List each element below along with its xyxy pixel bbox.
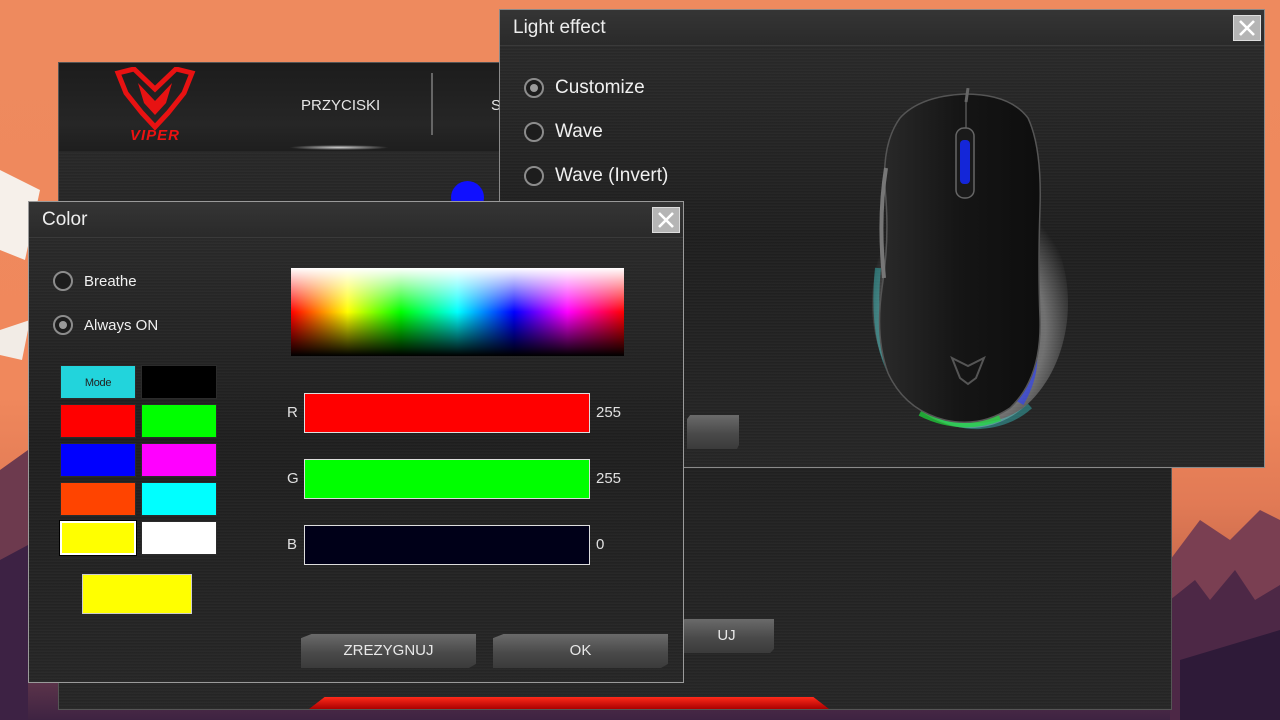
close-icon [1239, 20, 1255, 36]
color-title: Color [42, 209, 88, 230]
mode-swatch-label: Mode [84, 377, 112, 389]
red-channel-slider[interactable] [304, 393, 590, 433]
blue-channel-slider[interactable] [304, 525, 590, 565]
option-wave-label: Wave [555, 121, 603, 142]
green-channel-label: G [287, 470, 299, 487]
color-swatch[interactable] [141, 521, 217, 555]
green-channel-slider[interactable] [304, 459, 590, 499]
close-icon [658, 212, 674, 228]
radio-wave[interactable] [524, 122, 544, 142]
active-tab-indicator [289, 145, 389, 150]
option-customize[interactable]: Customize [524, 77, 645, 99]
option-wave-invert-label: Wave (Invert) [555, 165, 669, 186]
radio-always-on[interactable] [53, 315, 73, 335]
tab-przyciski[interactable]: PRZYCISKI [301, 97, 380, 114]
red-channel-label: R [287, 404, 298, 421]
light-partial-button[interactable] [687, 415, 739, 449]
mode-always-on-label: Always ON [84, 316, 159, 334]
color-close-button[interactable] [652, 207, 680, 233]
radio-wave-invert[interactable] [524, 166, 544, 186]
cancel-button[interactable]: ZREZYGNUJ [301, 634, 476, 668]
mouse-illustration [872, 88, 1068, 430]
light-effect-titlebar: Light effect [500, 10, 1264, 46]
mode-breathe-label: Breathe [84, 272, 137, 290]
mode-breathe[interactable]: Breathe [53, 271, 137, 291]
bottom-red-bar [309, 697, 829, 709]
tab-divider [431, 73, 433, 135]
color-swatch[interactable] [60, 482, 136, 516]
color-spectrum-picker[interactable] [291, 268, 624, 356]
color-swatch[interactable] [141, 443, 217, 477]
color-swatch[interactable] [59, 520, 137, 556]
color-swatch[interactable] [141, 365, 217, 399]
color-swatch[interactable] [141, 404, 217, 438]
color-titlebar: Color [29, 202, 683, 238]
color-swatch[interactable] [141, 482, 217, 516]
ok-button[interactable]: OK [493, 634, 668, 668]
color-swatch[interactable] [60, 443, 136, 477]
radio-customize[interactable] [524, 78, 544, 98]
blue-channel-label: B [287, 536, 298, 553]
red-channel-value: 255 [596, 404, 622, 421]
option-wave[interactable]: Wave [524, 121, 603, 143]
option-customize-label: Customize [555, 77, 645, 98]
main-partial-button[interactable]: UJ [679, 619, 774, 653]
green-channel-value: 255 [596, 470, 622, 487]
radio-breathe[interactable] [53, 271, 73, 291]
mode-swatch[interactable]: Mode [60, 365, 136, 399]
mode-always-on[interactable]: Always ON [53, 315, 158, 335]
blue-channel-value: 0 [596, 536, 605, 553]
viper-wordmark: VIPER [129, 127, 180, 144]
light-effect-title: Light effect [513, 17, 606, 38]
color-preview-swatch [82, 574, 192, 614]
option-wave-invert[interactable]: Wave (Invert) [524, 165, 668, 187]
color-dialog: Color Breathe Always ON Mode R 255 G 255… [28, 201, 684, 683]
light-effect-close-button[interactable] [1233, 15, 1261, 41]
color-swatch[interactable] [60, 404, 136, 438]
